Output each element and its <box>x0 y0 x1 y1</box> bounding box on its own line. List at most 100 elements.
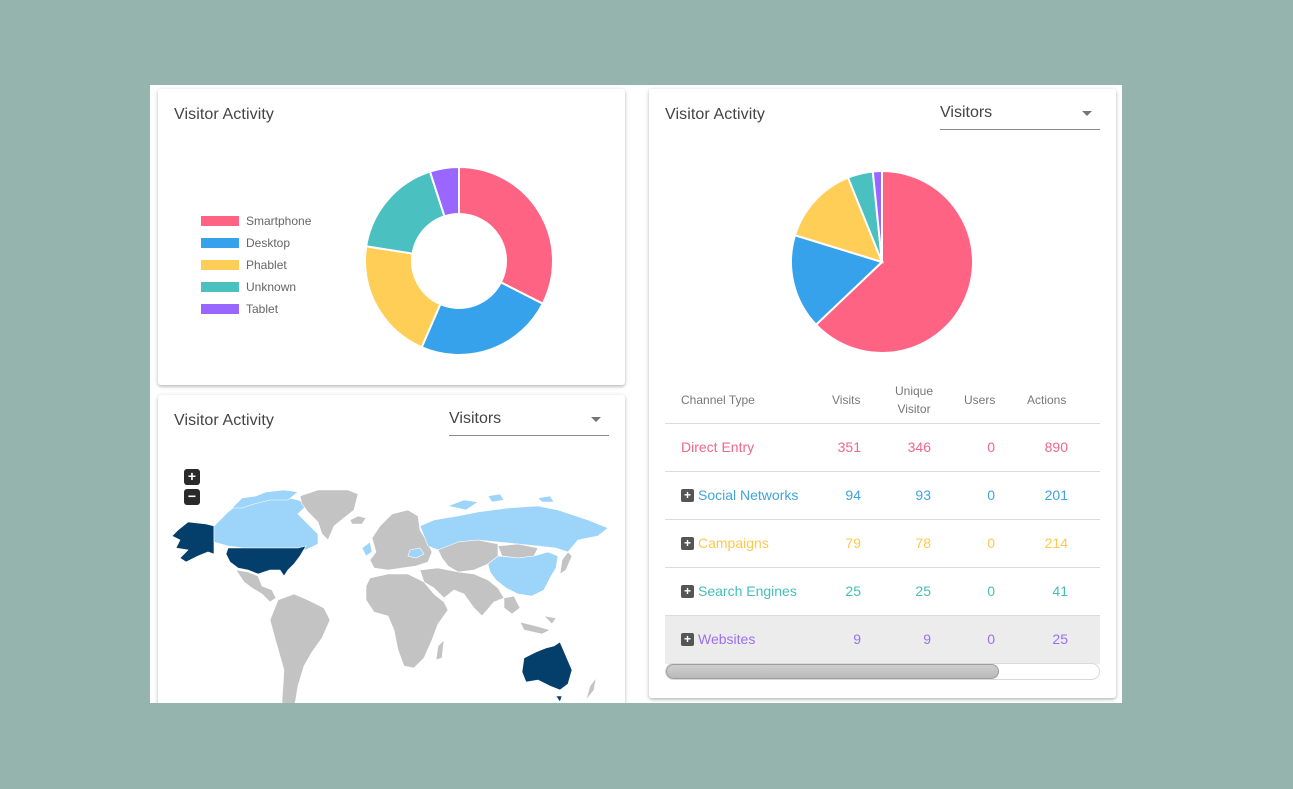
table-row[interactable]: + Campaigns 79 78 0 214 <box>665 520 1100 568</box>
legend-item-unknown[interactable]: Unknown <box>201 276 311 298</box>
slice-smartphone[interactable] <box>458 165 554 306</box>
cell-actions: 41 <box>1052 583 1068 599</box>
map-region-australia[interactable] <box>521 641 573 691</box>
map-region-iceland[interactable] <box>349 515 367 525</box>
cell-users: 0 <box>987 439 995 455</box>
cell-users: 0 <box>987 631 995 647</box>
map-region-alaska[interactable] <box>171 521 215 563</box>
device-doughnut-chart <box>364 165 554 356</box>
visitor-map-card: Visitor Activity Visitors + − <box>158 395 625 703</box>
legend-label: Phablet <box>246 258 287 272</box>
channel-table: Channel Type Visits Unique Visitor Users… <box>665 374 1100 664</box>
legend-item-smartphone[interactable]: Smartphone <box>201 210 311 232</box>
dropdown-caret-icon <box>591 417 601 422</box>
channel-name-cell: + Social Networks <box>681 487 798 503</box>
expand-plus-icon[interactable]: + <box>681 584 694 598</box>
card-title: Visitor Activity <box>174 106 274 123</box>
table-header: Channel Type Visits Unique Visitor Users… <box>665 374 1100 424</box>
header-line: Visitor <box>897 402 931 416</box>
cell-visits: 351 <box>837 439 861 455</box>
channel-activity-card: Visitor Activity Visitors Channel Type V… <box>649 89 1116 698</box>
map-region-tasmania <box>555 695 563 703</box>
channel-name-cell: + Campaigns <box>681 535 769 551</box>
table-row[interactable]: + Websites 9 9 0 25 <box>665 616 1100 664</box>
cell-visits: 9 <box>853 631 861 647</box>
channel-name-cell: + Search Engines <box>681 583 797 599</box>
channel-name-cell: + Websites <box>681 631 755 647</box>
legend-label: Unknown <box>246 280 297 294</box>
cell-actions: 214 <box>1044 535 1068 551</box>
legend-item-desktop[interactable]: Desktop <box>201 232 311 254</box>
chart-legend: Smartphone Desktop Phablet Unknown Table… <box>201 210 311 320</box>
channel-name[interactable]: Campaigns <box>698 535 769 551</box>
legend-swatch <box>201 216 239 226</box>
channel-metric-select[interactable]: Visitors <box>940 96 1100 130</box>
channel-pie-chart <box>790 169 974 354</box>
map-zoom-in-button[interactable]: + <box>184 469 200 485</box>
map-region-uk[interactable] <box>361 541 373 557</box>
cell-visits: 79 <box>845 535 861 551</box>
legend-swatch <box>201 282 239 292</box>
dashboard-panel: Visitor Activity Smartphone Desktop Phab… <box>150 85 1122 703</box>
table-row[interactable]: + Search Engines 25 25 0 41 <box>665 568 1100 616</box>
card-title: Visitor Activity <box>665 106 765 123</box>
map-region-new-zealand[interactable] <box>585 677 597 701</box>
column-header-visits[interactable]: Visits <box>832 391 860 409</box>
map-metric-select[interactable]: Visitors <box>449 402 609 436</box>
dropdown-caret-icon <box>1082 111 1092 116</box>
cell-unique: 78 <box>915 535 931 551</box>
channel-name-cell: Direct Entry <box>681 439 754 455</box>
table-row[interactable]: + Social Networks 94 93 0 201 <box>665 472 1100 520</box>
expand-plus-icon[interactable]: + <box>681 488 694 502</box>
cell-unique: 9 <box>923 631 931 647</box>
map-region-mexico[interactable] <box>235 569 277 603</box>
expand-plus-icon[interactable]: + <box>681 536 694 550</box>
cell-users: 0 <box>987 487 995 503</box>
slice-phablet[interactable] <box>364 245 442 349</box>
channel-name[interactable]: Search Engines <box>698 583 797 599</box>
world-map[interactable] <box>158 490 625 703</box>
cell-actions: 890 <box>1044 439 1068 455</box>
column-header-unique-visitor[interactable]: Unique Visitor <box>895 382 933 418</box>
table-body: Direct Entry 351 346 0 890 + Social Networks 94… <box>665 424 1100 664</box>
header-line: Unique <box>895 384 934 398</box>
legend-item-tablet[interactable]: Tablet <box>201 298 311 320</box>
legend-swatch <box>201 238 239 248</box>
map-region-japan[interactable] <box>559 551 573 575</box>
channel-name[interactable]: Direct Entry <box>681 439 754 455</box>
slice-unknown[interactable] <box>365 170 446 255</box>
table-row[interactable]: Direct Entry 351 346 0 890 <box>665 424 1100 472</box>
legend-label: Desktop <box>246 236 291 250</box>
cell-actions: 201 <box>1044 487 1068 503</box>
card-title: Visitor Activity <box>174 412 274 429</box>
legend-label: Tablet <box>246 302 279 316</box>
channel-name[interactable]: Social Networks <box>698 487 798 503</box>
cell-users: 0 <box>987 535 995 551</box>
map-region-se-asia[interactable] <box>503 595 557 635</box>
expand-plus-icon[interactable]: + <box>681 632 694 646</box>
channel-name[interactable]: Websites <box>698 631 755 647</box>
select-value: Visitors <box>940 104 993 121</box>
device-activity-card: Visitor Activity Smartphone Desktop Phab… <box>158 89 625 385</box>
map-region-mongolia[interactable] <box>497 543 539 559</box>
cell-users: 0 <box>987 583 995 599</box>
scrollbar-thumb[interactable] <box>666 664 999 679</box>
map-region-madagascar[interactable] <box>435 639 445 661</box>
cell-unique: 25 <box>915 583 931 599</box>
cell-visits: 94 <box>845 487 861 503</box>
cell-actions: 25 <box>1052 631 1068 647</box>
select-value: Visitors <box>449 410 502 427</box>
column-header-channel-type[interactable]: Channel Type <box>681 391 755 409</box>
map-region-south-america[interactable] <box>269 593 331 703</box>
legend-label: Smartphone <box>246 214 312 228</box>
cell-unique: 93 <box>915 487 931 503</box>
legend-swatch <box>201 260 239 270</box>
cell-visits: 25 <box>845 583 861 599</box>
legend-swatch <box>201 304 239 314</box>
column-header-users[interactable]: Users <box>964 391 995 409</box>
column-header-actions[interactable]: Actions <box>1027 391 1066 409</box>
horizontal-scrollbar[interactable] <box>665 663 1100 680</box>
map-region-europe[interactable] <box>369 509 433 571</box>
cell-unique: 346 <box>907 439 931 455</box>
legend-item-phablet[interactable]: Phablet <box>201 254 311 276</box>
